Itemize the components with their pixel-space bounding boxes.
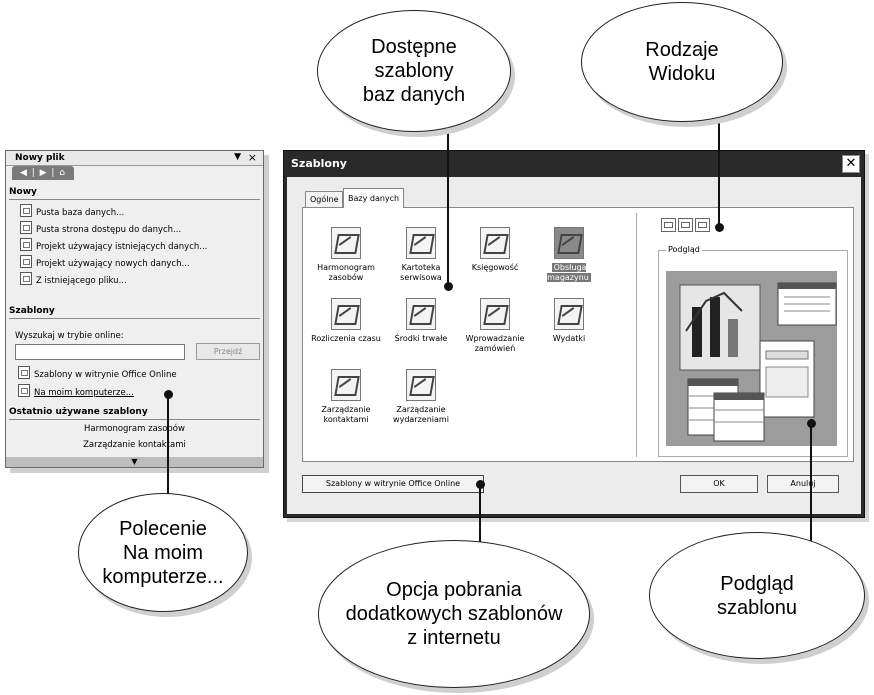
callout-pointer-dot — [164, 390, 173, 399]
tab-panel: Harmonogram zasobów Kartoteka serwisowa … — [302, 207, 854, 462]
computer-icon — [18, 384, 30, 397]
callout-pointer-dot — [444, 282, 453, 291]
search-label: Wyszukaj w trybie online: — [15, 331, 124, 341]
callout-on-my-computer: Polecenie Na moim komputerze... — [78, 493, 248, 612]
template-item[interactable]: Rozliczenia czasu — [309, 298, 383, 344]
project-icon — [20, 238, 32, 251]
page-icon — [20, 221, 32, 234]
template-list: Harmonogram zasobów Kartoteka serwisowa … — [306, 213, 637, 457]
database-template-icon — [480, 298, 510, 330]
callout-template-preview: Podgląd szablonu — [649, 532, 865, 659]
dialog-title: Szablony — [291, 157, 347, 170]
tab-general[interactable]: Ogólne — [305, 191, 344, 207]
template-item[interactable]: Księgowość — [458, 227, 532, 273]
section-templates-heading: Szablony — [9, 306, 55, 316]
section-recent-heading: Ostatnio używane szablony — [9, 407, 148, 417]
ok-button[interactable]: OK — [680, 475, 758, 493]
go-button[interactable]: Przejdź — [196, 343, 260, 360]
new-data-access-page-link[interactable]: Pusta strona dostępu do danych... — [20, 221, 181, 235]
database-template-icon — [480, 227, 510, 259]
task-pane-nav-buttons[interactable]: ◀ | ▶ | ⌂ — [12, 166, 74, 180]
callout-view-types: Rodzaje Widoku — [581, 2, 783, 122]
project-new-data-link[interactable]: Projekt używający nowych danych... — [20, 255, 190, 269]
project-icon — [20, 255, 32, 268]
callout-available-templates: Dostępne szablony baz danych — [317, 10, 511, 132]
preview-group: Podgląd — [658, 245, 848, 457]
callout-connector — [810, 423, 812, 551]
recent-template-item[interactable]: Zarządzanie kontaktami — [6, 440, 263, 450]
from-existing-file-link[interactable]: Z istniejącego pliku... — [20, 272, 127, 286]
tab-databases[interactable]: Bazy danych — [343, 188, 405, 208]
callout-connector — [167, 394, 169, 502]
large-icons-view-icon[interactable] — [661, 218, 676, 232]
cancel-button[interactable]: Anuluj — [767, 475, 839, 493]
template-item[interactable]: Środki trwałe — [384, 298, 458, 344]
callout-pointer-dot — [715, 223, 724, 232]
close-icon[interactable]: ✕ — [842, 155, 860, 173]
template-item[interactable]: Zarządzanie kontaktami — [309, 369, 383, 425]
database-icon — [20, 204, 32, 217]
database-template-icon — [554, 227, 584, 259]
template-item[interactable]: Harmonogram zasobów — [309, 227, 383, 283]
recent-template-item[interactable]: Harmonogram zasobów — [6, 424, 263, 434]
callout-connector — [447, 110, 449, 286]
dialog-body: Ogólne Bazy danych Harmonogram zasobów K… — [287, 177, 861, 514]
database-template-icon — [331, 369, 361, 401]
template-item-selected[interactable]: Obsługa magazynu — [532, 227, 606, 283]
divider — [9, 419, 260, 420]
list-view-icon[interactable] — [678, 218, 693, 232]
database-template-icon — [331, 227, 361, 259]
globe-icon — [18, 366, 30, 379]
file-icon — [20, 272, 32, 285]
section-new-heading: Nowy — [9, 187, 37, 197]
database-template-icon — [406, 298, 436, 330]
close-icon[interactable]: × — [248, 151, 257, 164]
callout-download-option: Opcja pobrania dodatkowych szablonów z i… — [318, 540, 590, 688]
divider — [9, 199, 260, 200]
template-item[interactable]: Zarządzanie wydarzeniami — [384, 369, 458, 425]
chevron-down-icon[interactable]: ▼ — [234, 152, 241, 162]
callout-pointer-dot — [476, 480, 485, 489]
new-file-task-pane: Nowy plik ▼ × ◀ | ▶ | ⌂ Nowy Pusta baza … — [5, 150, 264, 468]
database-template-icon — [406, 227, 436, 259]
database-template-icon — [406, 369, 436, 401]
callout-pointer-dot — [807, 419, 816, 428]
scroll-down-button[interactable]: ▼ — [6, 457, 263, 467]
search-input[interactable] — [15, 344, 185, 360]
templates-dialog: Szablony ✕ Ogólne Bazy danych Harmonogra… — [283, 150, 865, 518]
database-template-icon — [331, 298, 361, 330]
preview-label: Podgląd — [666, 245, 702, 254]
task-pane-header: Nowy plik ▼ × — [6, 151, 263, 166]
task-pane-title: Nowy plik — [15, 153, 65, 163]
on-my-computer-link[interactable]: Na moim komputerze... — [18, 384, 134, 398]
office-online-templates-button[interactable]: Szablony w witrynie Office Online — [302, 475, 484, 493]
template-item[interactable]: Wydatki — [532, 298, 606, 344]
templates-online-link[interactable]: Szablony w witrynie Office Online — [18, 366, 177, 380]
project-existing-data-link[interactable]: Projekt używający istniejących danych... — [20, 238, 207, 252]
dialog-title-bar: Szablony ✕ — [284, 151, 864, 177]
new-blank-database-link[interactable]: Pusta baza danych... — [20, 204, 124, 218]
details-view-icon[interactable] — [695, 218, 710, 232]
template-item[interactable]: Wprowadzanie zamówień — [458, 298, 532, 354]
divider — [9, 318, 260, 319]
callout-connector — [718, 120, 720, 226]
database-template-icon — [554, 298, 584, 330]
